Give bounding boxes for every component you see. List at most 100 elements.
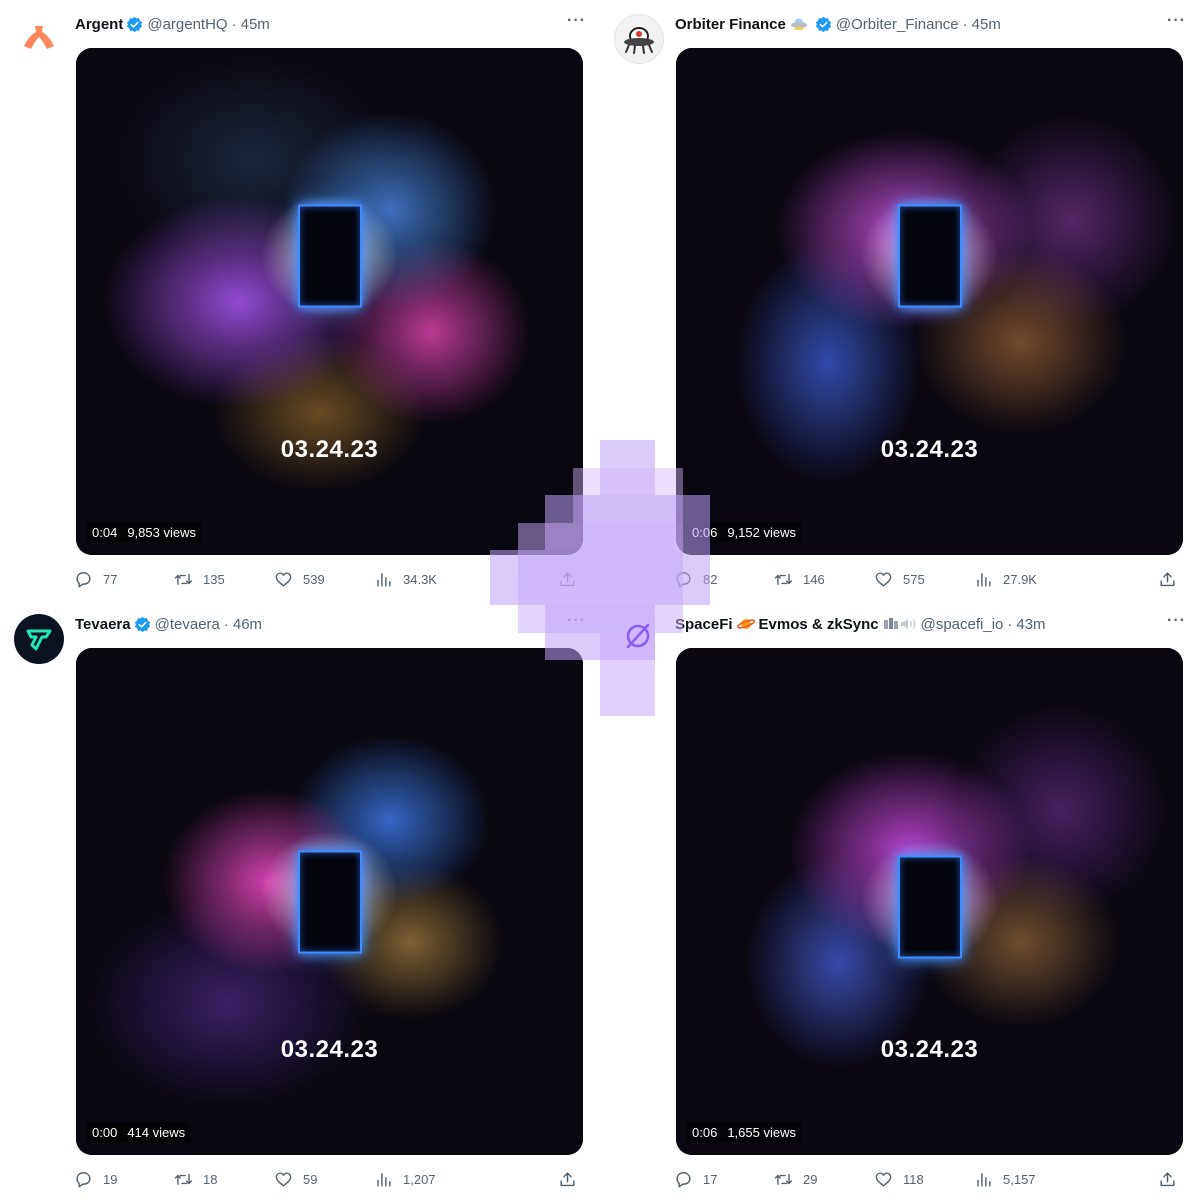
author-handle[interactable]: @Orbiter_Finance	[836, 16, 959, 33]
view-count: 27.9K	[1003, 571, 1037, 587]
retweet-count: 18	[203, 1171, 218, 1187]
video-views: 414 views	[127, 1125, 186, 1140]
share-button[interactable]	[558, 570, 578, 589]
like-count: 118	[903, 1171, 924, 1187]
more-options-icon[interactable]: ···	[567, 612, 586, 630]
timestamp[interactable]: 43m	[1016, 616, 1045, 633]
view-count: 1,207	[403, 1171, 436, 1187]
author-handle[interactable]: @tevaera	[155, 616, 220, 633]
video-views: 9,853 views	[127, 525, 196, 540]
orbiter-ufo-icon	[624, 27, 654, 54]
retweet-button[interactable]: 135	[174, 570, 274, 589]
tweet-card-orbiter[interactable]: Orbiter Finance @Orbiter_Finance · 45m ·…	[600, 0, 1200, 600]
more-options-icon[interactable]: ···	[1167, 612, 1186, 630]
author-name[interactable]: Tevaera	[75, 616, 131, 633]
more-options-icon[interactable]: ···	[567, 12, 586, 30]
video-date-text: 03.24.23	[280, 1036, 379, 1063]
tweet-header: SpaceFi Evmos & zkSync @spacefi_io · 43m	[675, 613, 1184, 635]
like-button[interactable]: 59	[274, 1170, 374, 1189]
avatar[interactable]	[14, 614, 64, 664]
like-count: 59	[303, 1171, 318, 1187]
video-stats-overlay: 0:06 9,152 views	[686, 522, 802, 543]
views-button[interactable]: 1,207	[374, 1170, 474, 1189]
like-button[interactable]: 118	[874, 1170, 974, 1189]
share-button[interactable]	[1158, 1170, 1178, 1189]
share-button[interactable]	[558, 1170, 578, 1189]
tweet-actions: 17 29 118 5,157	[674, 1168, 1186, 1190]
video-media[interactable]: 03.24.23 0:00 414 views	[76, 648, 583, 1155]
like-button[interactable]: 539	[274, 570, 374, 589]
reply-icon	[676, 571, 691, 587]
video-date-text: 03.24.23	[280, 436, 379, 463]
view-count: 34.3K	[403, 571, 437, 587]
verified-icon	[815, 16, 832, 33]
empty-set-icon	[626, 623, 650, 649]
glowing-portal	[297, 850, 362, 953]
tweet-card-tevaera[interactable]: Tevaera @tevaera · 46m ··· 03.24.23 0:00…	[0, 600, 600, 1200]
more-options-icon[interactable]: ···	[1167, 12, 1186, 30]
reply-icon	[676, 1171, 691, 1187]
video-duration: 0:00	[92, 1125, 118, 1140]
reply-count: 82	[703, 571, 718, 587]
share-icon	[560, 571, 575, 586]
video-media[interactable]: 03.24.23 0:06 9,152 views	[676, 48, 1183, 555]
reply-button[interactable]: 82	[674, 570, 774, 589]
analytics-icon	[977, 1172, 991, 1187]
video-views: 9,152 views	[727, 525, 796, 540]
retweet-count: 146	[803, 571, 825, 587]
video-duration: 0:06	[692, 525, 718, 540]
retweet-button[interactable]: 18	[174, 1170, 274, 1189]
reply-button[interactable]: 17	[674, 1170, 774, 1189]
author-handle[interactable]: @argentHQ	[147, 16, 227, 33]
glowing-portal	[897, 204, 962, 308]
separator-dot: ·	[231, 15, 237, 33]
reply-count: 17	[703, 1171, 718, 1187]
share-icon	[1160, 1171, 1175, 1186]
view-count: 5,157	[1003, 1171, 1036, 1187]
like-button[interactable]: 575	[874, 570, 974, 589]
timestamp[interactable]: 46m	[233, 616, 262, 633]
views-button[interactable]: 34.3K	[374, 570, 474, 589]
tweet-actions: 82 146 575 27.9K	[674, 568, 1186, 590]
reply-button[interactable]: 19	[74, 1170, 174, 1189]
reply-icon	[76, 571, 91, 587]
emoji-group-icon	[883, 617, 917, 631]
views-button[interactable]: 5,157	[974, 1170, 1074, 1189]
timestamp[interactable]: 45m	[972, 16, 1001, 33]
author-name[interactable]: SpaceFi	[675, 616, 733, 633]
separator-dot: ·	[962, 15, 968, 33]
reply-icon	[76, 1171, 91, 1187]
timestamp[interactable]: 45m	[241, 16, 270, 33]
share-button[interactable]	[1158, 570, 1178, 589]
author-name[interactable]: Argent	[75, 16, 123, 33]
retweet-button[interactable]: 29	[774, 1170, 874, 1189]
share-icon	[560, 1171, 575, 1186]
heart-icon	[275, 571, 292, 587]
author-name-suffix: Evmos & zkSync	[758, 615, 879, 633]
argent-logo-icon	[24, 26, 54, 49]
author-handle[interactable]: @spacefi_io	[921, 616, 1004, 633]
like-count: 575	[903, 571, 925, 587]
analytics-icon	[977, 572, 991, 587]
like-count: 539	[303, 571, 325, 587]
glowing-portal	[297, 204, 362, 308]
reply-button[interactable]: 77	[74, 570, 174, 589]
retweet-icon	[174, 573, 193, 585]
video-media[interactable]: 03.24.23 0:04 9,853 views	[76, 48, 583, 555]
video-media[interactable]: 03.24.23 0:06 1,655 views	[676, 648, 1183, 1155]
tweet-header: Orbiter Finance @Orbiter_Finance · 45m	[675, 13, 1184, 35]
avatar[interactable]	[14, 14, 64, 64]
avatar[interactable]	[614, 14, 664, 64]
heart-icon	[875, 571, 892, 587]
video-stats-overlay: 0:00 414 views	[86, 1122, 192, 1143]
author-name[interactable]: Orbiter Finance	[675, 16, 786, 33]
tweet-header: Argent @argentHQ · 45m	[75, 13, 584, 35]
tweet-card-argent[interactable]: Argent @argentHQ · 45m ··· 03.24.23 0:04…	[0, 0, 600, 600]
ufo-emoji-icon	[790, 17, 808, 31]
reply-count: 19	[103, 1171, 118, 1187]
analytics-icon	[377, 572, 391, 587]
views-button[interactable]: 27.9K	[974, 570, 1074, 589]
video-date-text: 03.24.23	[880, 436, 979, 463]
retweet-button[interactable]: 146	[774, 570, 874, 589]
tweet-card-spacefi[interactable]: SpaceFi Evmos & zkSync @spacefi_io · 43m…	[600, 600, 1200, 1200]
